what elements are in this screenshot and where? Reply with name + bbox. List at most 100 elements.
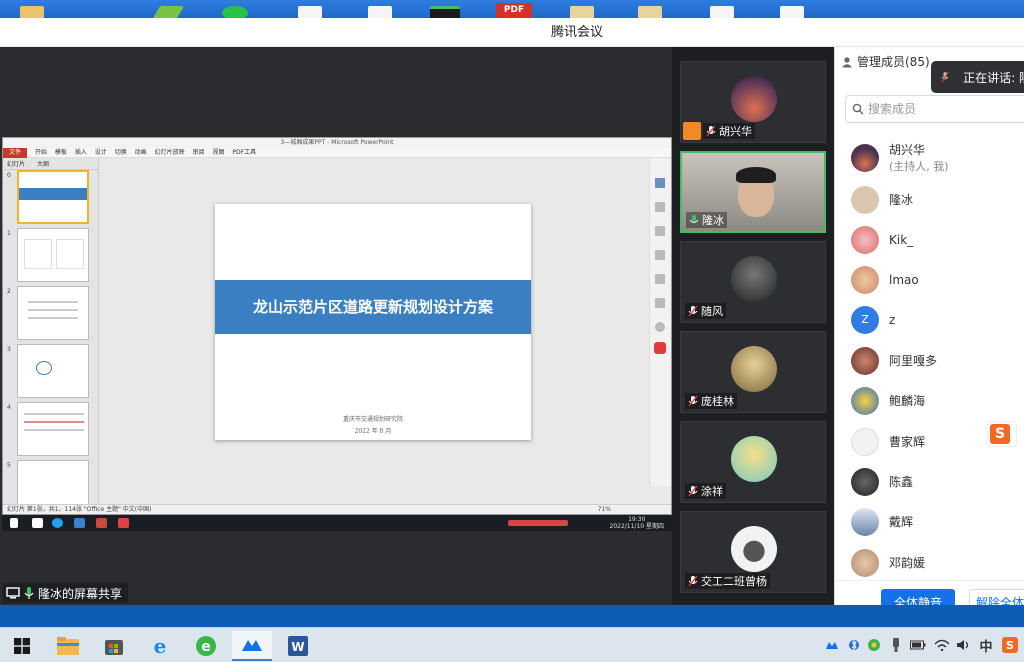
volume-icon[interactable]	[956, 637, 972, 653]
ppt-tab[interactable]: PDF工具	[232, 148, 256, 158]
ppt-tab[interactable]: 设计	[95, 148, 107, 158]
document-icon[interactable]	[780, 6, 804, 18]
member-item[interactable]: 胡兴华 (主持人, 我)	[851, 143, 949, 173]
video-tile[interactable]: 庞桂林	[680, 331, 826, 413]
powerpoint-window[interactable]: 3—城厢成果PPT - Microsoft PowerPoint 文件 开始 模…	[2, 137, 672, 515]
avatar	[851, 186, 879, 214]
ppt-tab[interactable]: 开始	[35, 148, 47, 158]
battery-icon[interactable]	[910, 637, 926, 653]
avatar	[851, 508, 879, 536]
video-tile[interactable]: 涂祥	[680, 421, 826, 503]
slide-thumbnail[interactable]	[17, 460, 89, 506]
member-item[interactable]: 曹家辉	[851, 427, 925, 457]
gift-icon[interactable]	[654, 342, 666, 354]
document-icon[interactable]	[298, 6, 322, 18]
thumb-number: 2	[7, 288, 11, 295]
member-item[interactable]: 阿里嘎多	[851, 346, 937, 376]
tool-icon[interactable]	[655, 202, 665, 212]
video-tile[interactable]: 随风	[680, 241, 826, 323]
desktop-app-icon[interactable]	[151, 6, 185, 18]
member-item[interactable]: 陈鑫	[851, 467, 913, 497]
member-name: 鲍麟海	[889, 393, 926, 408]
ppt-tab[interactable]: 视图	[212, 148, 224, 158]
zoom-level[interactable]: 71%	[598, 505, 611, 514]
tool-icon[interactable]	[655, 178, 665, 188]
folder-icon[interactable]	[570, 6, 594, 18]
avatar	[731, 346, 777, 392]
avatar	[731, 526, 777, 572]
share-label-text: 隆冰的屏幕共享	[38, 586, 123, 601]
terminal-icon[interactable]	[430, 6, 460, 18]
input-language-indicator[interactable]: 中	[978, 637, 994, 655]
mic-muted-icon	[941, 71, 949, 83]
meeting-tray-icon[interactable]	[824, 637, 840, 653]
member-panel-header[interactable]: 管理成员(85)	[841, 53, 930, 70]
taskbar-browser[interactable]: e	[186, 631, 226, 661]
sogou-ime-tray-icon[interactable]: S	[1002, 637, 1018, 653]
ppt-tab[interactable]: 审阅	[193, 148, 205, 158]
member-item[interactable]: 鲍麟海	[851, 386, 925, 416]
slide-thumbnail[interactable]	[17, 228, 89, 282]
wifi-icon[interactable]	[934, 637, 950, 653]
avatar	[731, 256, 777, 302]
taskbar-tencent-meeting[interactable]	[232, 631, 272, 661]
tool-icon[interactable]	[655, 226, 665, 236]
file-icon	[32, 518, 43, 528]
bluetooth-icon[interactable]	[846, 637, 862, 653]
member-item[interactable]: Kik_	[851, 225, 913, 255]
member-item[interactable]: Z z	[851, 305, 895, 335]
slide-thumbnail[interactable]	[17, 402, 89, 456]
mic-muted-icon	[688, 575, 698, 587]
screen-share-label: 隆冰的屏幕共享	[2, 583, 129, 603]
taskbar-file-explorer[interactable]	[48, 631, 88, 661]
shared-taskbar: 19:30 2022/11/10 星期四	[2, 515, 672, 531]
ppt-tab[interactable]: 插入	[75, 148, 87, 158]
security-icon[interactable]	[866, 637, 882, 653]
thumb-number: 1	[7, 230, 11, 237]
folder-icon[interactable]	[638, 6, 662, 18]
ppt-pane-tab[interactable]: 幻灯片	[7, 161, 25, 168]
member-search[interactable]	[845, 95, 1024, 123]
ppt-tab[interactable]: 幻灯片放映	[155, 148, 185, 158]
taskbar-ie[interactable]: e	[140, 631, 180, 661]
pdf-icon[interactable]: PDF	[496, 3, 532, 18]
ppt-pane-tab[interactable]: 大纲	[37, 161, 49, 168]
ppt-tab[interactable]: 模板	[55, 148, 67, 158]
meeting-window: 腾讯会议 3—城厢成果PPT - Microsoft PowerPoint 文件…	[0, 18, 1024, 625]
video-tile[interactable]: 胡兴华	[680, 61, 826, 143]
ppt-tab[interactable]: 切换	[115, 148, 127, 158]
current-slide[interactable]: 龙山示范片区道路更新规划设计方案 重庆市交通规划研究院 2022 年 8 月	[215, 204, 531, 440]
member-item[interactable]: 隆冰	[851, 185, 913, 215]
ppt-side-toolbar[interactable]	[649, 158, 671, 486]
document-icon[interactable]	[368, 6, 392, 18]
taskbar-word[interactable]: W	[278, 631, 318, 661]
wechat-icon[interactable]	[222, 6, 248, 18]
ppt-tab[interactable]: 动画	[135, 148, 147, 158]
slide-thumbnail[interactable]	[17, 344, 89, 398]
tool-icon[interactable]	[655, 274, 665, 284]
ppt-file-tab[interactable]: 文件	[3, 148, 28, 158]
shared-screen-area[interactable]: 3—城厢成果PPT - Microsoft PowerPoint 文件 开始 模…	[0, 47, 672, 605]
tool-icon[interactable]	[655, 250, 665, 260]
tool-icon[interactable]	[655, 322, 665, 332]
member-item[interactable]: lmao	[851, 265, 919, 295]
start-button[interactable]	[2, 631, 42, 661]
title-bar: 腾讯会议	[0, 18, 1024, 47]
member-name: 胡兴华	[889, 142, 926, 157]
video-tile-active-speaker[interactable]: 隆冰	[680, 151, 826, 233]
slide-thumbnail[interactable]	[17, 170, 89, 224]
tool-icon[interactable]	[655, 298, 665, 308]
search-input[interactable]	[868, 102, 1018, 116]
document-icon[interactable]	[710, 6, 734, 18]
usb-icon[interactable]	[888, 637, 904, 653]
ppt-thumbnail-pane[interactable]: 幻灯片 大纲 0 1 2 3 4 5	[3, 158, 99, 506]
video-tile-name: 涂祥	[685, 483, 726, 499]
sogou-ime-icon[interactable]: S	[987, 421, 1017, 447]
ppt-title-bar: 3—城厢成果PPT - Microsoft PowerPoint	[3, 138, 671, 148]
member-item[interactable]: 邓韵媛	[851, 548, 925, 578]
member-item[interactable]: 戴辉	[851, 507, 913, 537]
taskbar-store[interactable]	[94, 631, 134, 661]
slide-thumbnail[interactable]	[17, 286, 89, 340]
desktop-folder-icon[interactable]	[20, 6, 44, 18]
video-tile[interactable]: 交工二班曾杨	[680, 511, 826, 593]
